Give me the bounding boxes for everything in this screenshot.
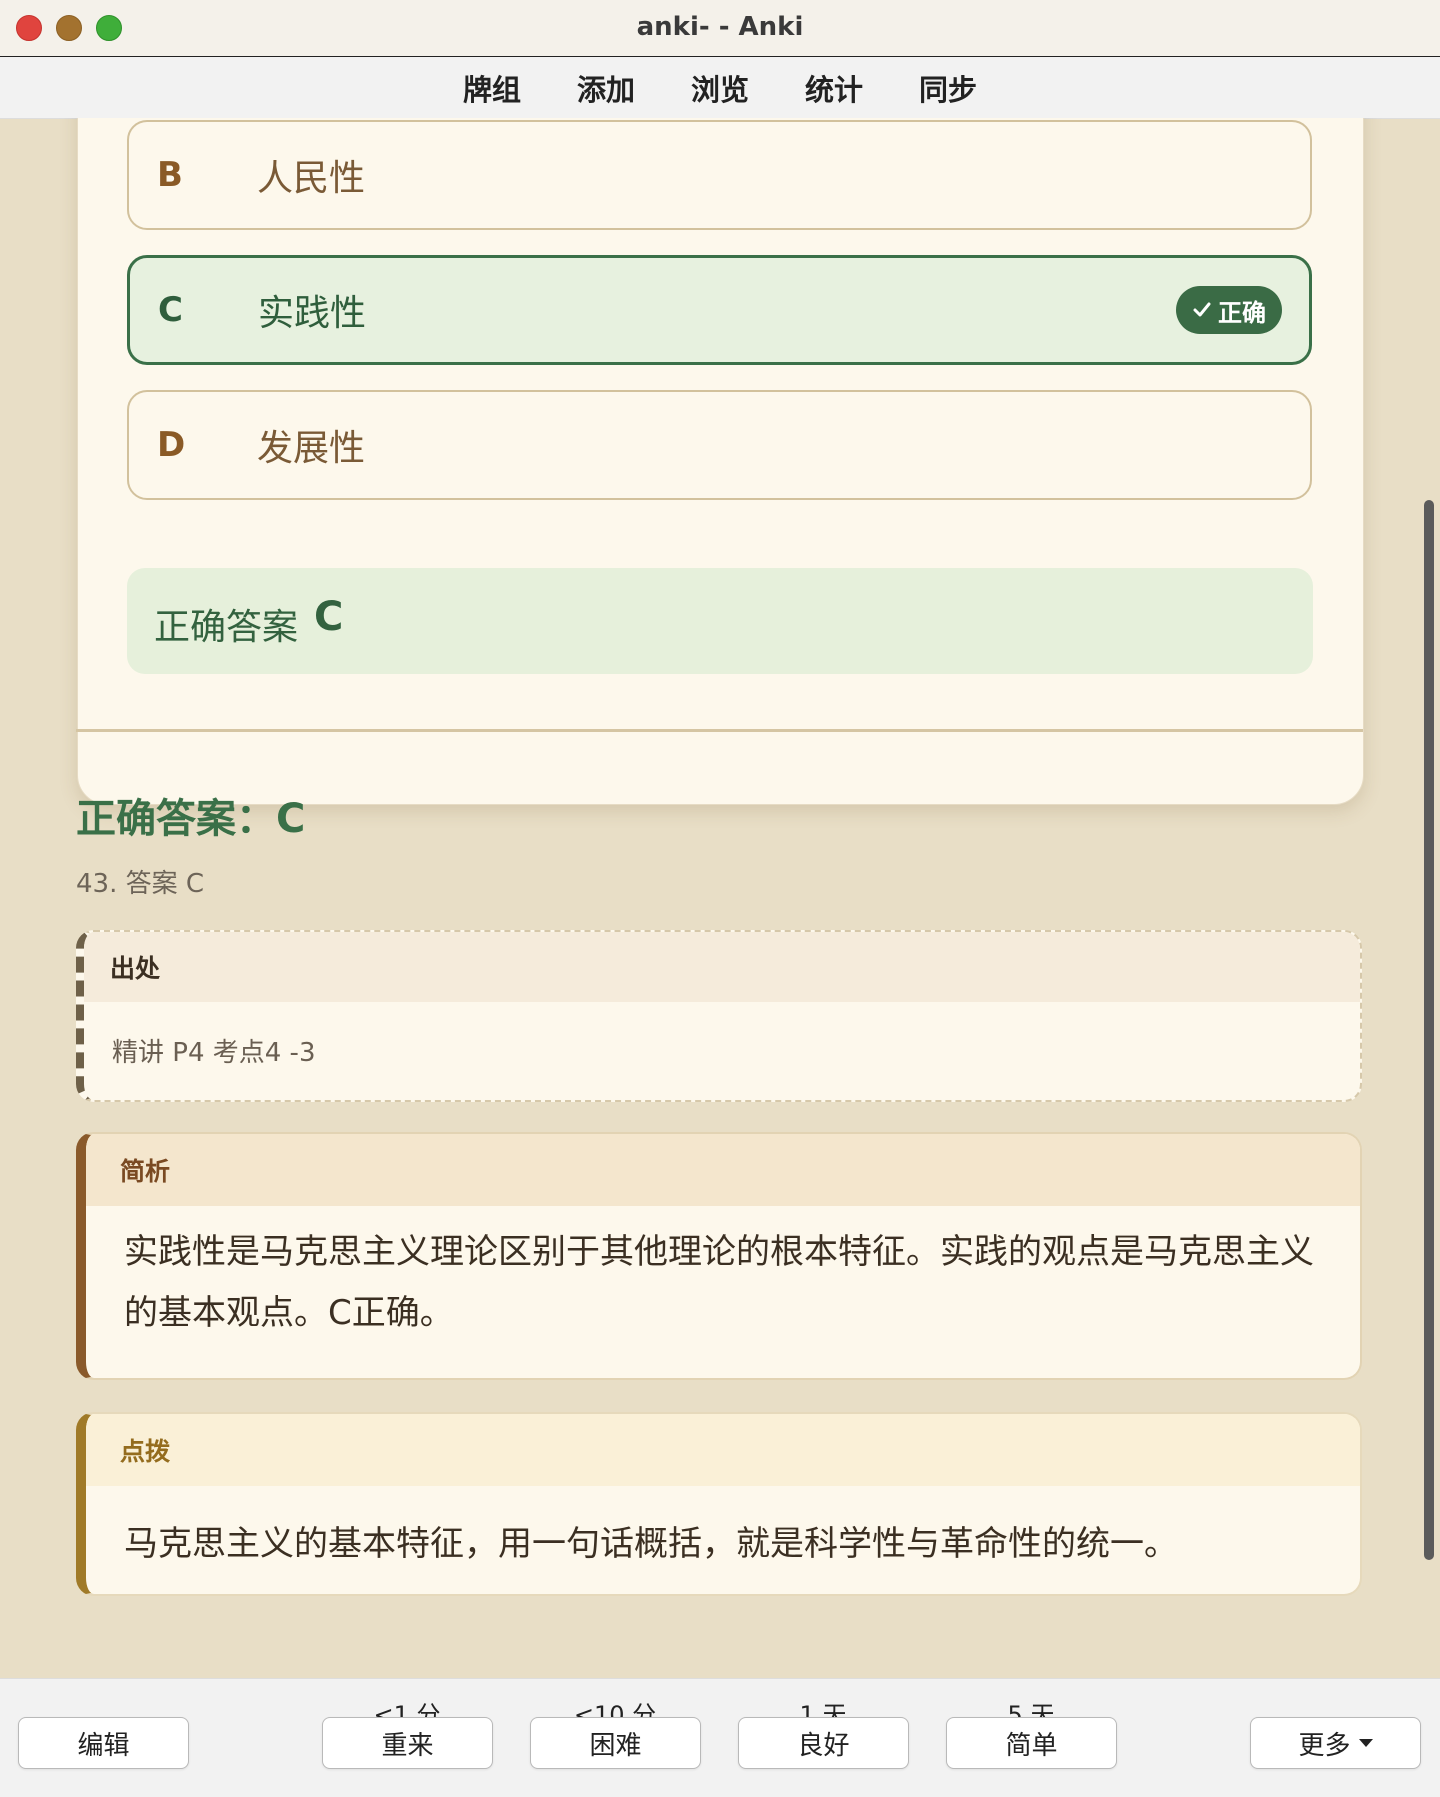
hard-button[interactable]: 困难 [530, 1717, 701, 1769]
option-letter: D [157, 425, 186, 465]
option-letter: B [157, 155, 183, 195]
analysis-body: 实践性是马克思主义理论区别于其他理论的根本特征。实践的观点是马克思主义的基本观点… [124, 1232, 1314, 1333]
result-heading: 正确答案：C [76, 796, 306, 842]
option-c[interactable]: C 实践性 正确 [127, 255, 1312, 365]
option-text: 实践性 [258, 293, 367, 334]
source-title: 出处 [84, 932, 1360, 1002]
more-button[interactable]: 更多 [1250, 1717, 1421, 1769]
window-title: anki- - Anki [636, 12, 804, 42]
answer-label: 正确答案 [154, 607, 299, 648]
check-icon [1193, 302, 1211, 317]
more-button-label: 更多 [1298, 1730, 1351, 1761]
option-b[interactable]: B 人民性 [127, 120, 1312, 230]
answer-summary: 正确答案 C [127, 568, 1313, 674]
toolbar-decks[interactable]: 牌组 [463, 67, 521, 109]
title-bar: anki- - Anki [0, 0, 1440, 57]
option-letter: C [158, 290, 183, 330]
answer-bar: 编辑 <1 分 重来 <10 分 困难 1 天 良好 5 天 简单 更多 [0, 1678, 1440, 1797]
analysis-title: 简析 [86, 1134, 1360, 1206]
scrollbar[interactable] [1424, 500, 1434, 1560]
option-d[interactable]: D 发展性 [127, 390, 1312, 500]
option-text: 人民性 [257, 158, 366, 199]
source-body: 精讲 P4 考点4 -3 [112, 1038, 316, 1068]
question-card: B 人民性 C 实践性 正确 D 发展性 正确答案 C [77, 118, 1364, 805]
analysis-panel: 简析 实践性是马克思主义理论区别于其他理论的根本特征。实践的观点是马克思主义的基… [76, 1132, 1362, 1380]
review-content: B 人民性 C 实践性 正确 D 发展性 正确答案 C 正确答案：C 43. 答… [0, 118, 1440, 1678]
tip-body: 马克思主义的基本特征，用一句话概括，就是科学性与革命性的统一。 [124, 1524, 1178, 1564]
divider [76, 729, 1363, 732]
toolbar-sync[interactable]: 同步 [919, 67, 977, 109]
answer-value: C [314, 594, 344, 640]
option-text: 发展性 [257, 428, 366, 469]
toolbar-stats[interactable]: 统计 [805, 67, 863, 109]
chevron-down-icon [1358, 1739, 1373, 1747]
correct-badge: 正确 [1176, 286, 1282, 334]
toolbar-browse[interactable]: 浏览 [691, 67, 749, 109]
main-toolbar: 牌组 添加 浏览 统计 同步 [0, 57, 1440, 119]
good-button[interactable]: 良好 [738, 1717, 909, 1769]
easy-button[interactable]: 简单 [946, 1717, 1117, 1769]
toolbar-add[interactable]: 添加 [577, 67, 635, 109]
again-button[interactable]: 重来 [322, 1717, 493, 1769]
tip-title: 点拨 [86, 1414, 1360, 1486]
source-panel: 出处 精讲 P4 考点4 -3 [76, 930, 1362, 1102]
tip-panel: 点拨 马克思主义的基本特征，用一句话概括，就是科学性与革命性的统一。 [76, 1412, 1362, 1596]
correct-badge-label: 正确 [1218, 298, 1266, 327]
edit-button[interactable]: 编辑 [18, 1717, 189, 1769]
answer-reference: 43. 答案 C [76, 869, 205, 899]
